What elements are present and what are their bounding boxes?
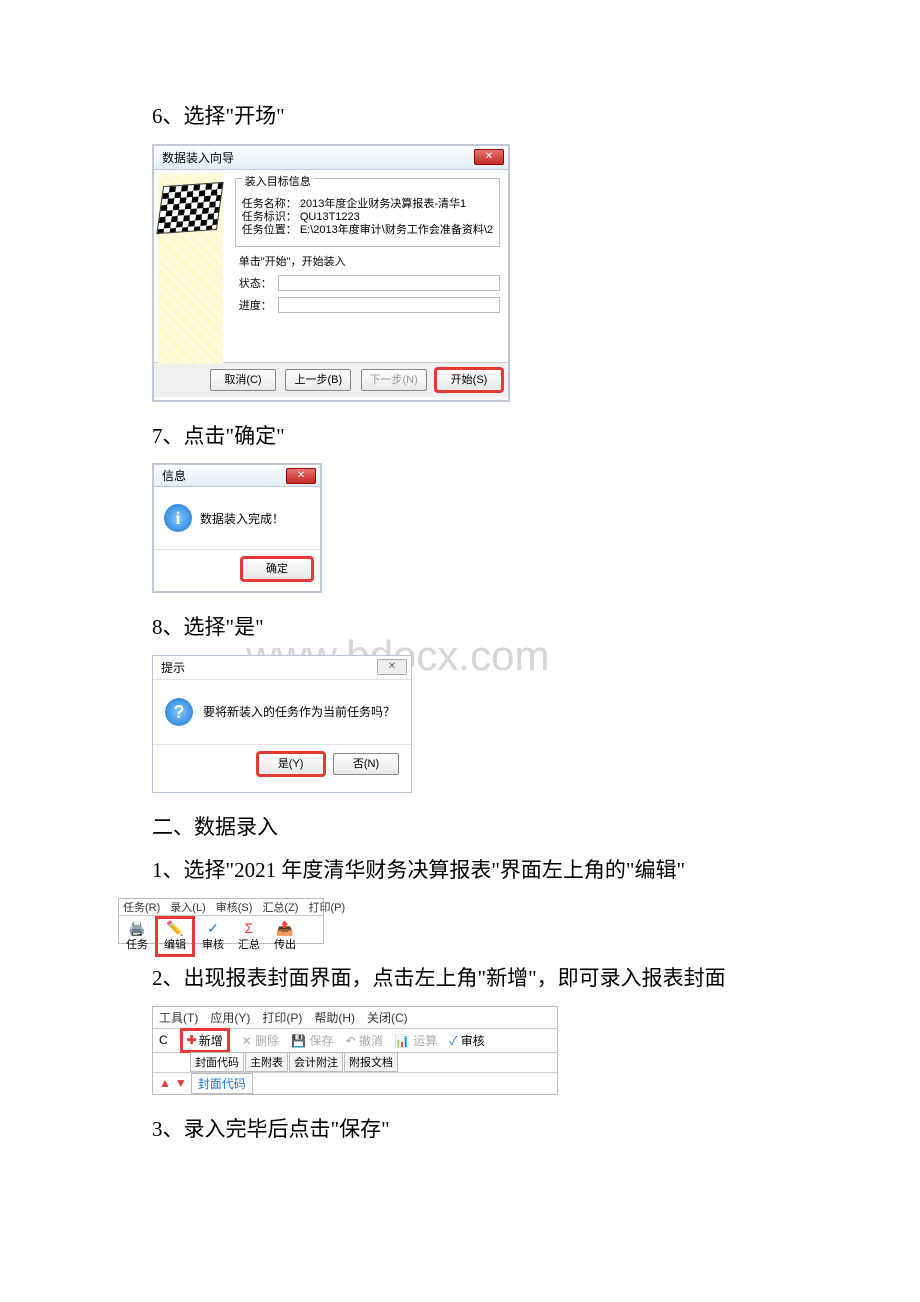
menu-audit[interactable]: 审核(S) xyxy=(216,899,253,915)
menu-help[interactable]: 帮助(H) xyxy=(314,1009,355,1026)
step6-text: 6、选择"开场" xyxy=(152,100,920,134)
menu-task[interactable]: 任务(R) xyxy=(123,899,160,915)
cover-code-label[interactable]: 封面代码 xyxy=(191,1073,253,1094)
menu-close[interactable]: 关闭(C) xyxy=(367,1009,408,1026)
menubar: 任务(R) 录入(L) 审核(S) 汇总(Z) 打印(P) xyxy=(119,899,323,915)
prompt-dialog: 提示 ✕ ? 要将新装入的任务作为当前任务吗？ 是(Y) 否(N) xyxy=(152,655,412,793)
label: 汇总 xyxy=(238,936,260,952)
dialog-title: 数据装入向导 xyxy=(162,151,234,165)
toolbar-edit-button[interactable]: ✏️ 编辑 xyxy=(155,916,195,957)
toolbar-screenshot-1: 任务(R) 录入(L) 审核(S) 汇总(Z) 打印(P) 🖨️ 任务 ✏️ 编… xyxy=(118,898,324,944)
delete-button: ✕ 删除 xyxy=(242,1032,279,1049)
tab-cover-code[interactable]: 封面代码 xyxy=(190,1052,244,1072)
target-info-group: 装入目标信息 任务名称： 2013年度企业财务决算报表-清华1 任务标识： QU… xyxy=(235,178,500,247)
left-c: C xyxy=(159,1033,168,1047)
label: 保存 xyxy=(309,1034,333,1048)
info-dialog: 信息 ✕ i 数据装入完成！ 确定 xyxy=(152,463,322,593)
dialog-titlebar: 提示 ✕ xyxy=(153,656,411,680)
undo-icon: ↶ xyxy=(345,1034,355,1048)
status-box xyxy=(278,275,500,291)
question-icon: ? xyxy=(165,698,193,726)
save-icon: 💾 xyxy=(291,1034,306,1048)
dialog-title: 提示 xyxy=(161,661,185,675)
sigma-icon: Σ xyxy=(245,921,254,935)
step2-2-text: 2、出现报表封面界面，点击左上角"新增"，即可录入报表封面 xyxy=(152,962,920,996)
label: 审核 xyxy=(202,936,224,952)
step7-text: 7、点击"确定" xyxy=(152,420,920,454)
save-button: 💾 保存 xyxy=(291,1032,333,1049)
label: 运算 xyxy=(413,1034,437,1048)
menu-tools[interactable]: 工具(T) xyxy=(159,1009,198,1026)
calc-button: 📊 运算 xyxy=(395,1032,437,1049)
close-icon[interactable]: ✕ xyxy=(286,468,316,484)
undo-button: ↶ 撤消 xyxy=(345,1032,382,1049)
prompt-message: 要将新装入的任务作为当前任务吗？ xyxy=(203,703,395,720)
menu-input[interactable]: 录入(L) xyxy=(170,899,205,915)
toolbar-sum-button[interactable]: Σ 汇总 xyxy=(231,916,267,957)
menu-print[interactable]: 打印(P) xyxy=(308,899,345,915)
menu-apply[interactable]: 应用(Y) xyxy=(210,1009,250,1026)
label: 传出 xyxy=(274,936,296,952)
dialog-titlebar: 信息 ✕ xyxy=(154,465,320,487)
close-icon[interactable]: ✕ xyxy=(474,149,504,165)
menu-sum[interactable]: 汇总(Z) xyxy=(262,899,298,915)
prev-button[interactable]: 上一步(B) xyxy=(285,369,351,391)
hint-text: 单击"开始"，开始装入 xyxy=(235,253,500,269)
close-icon[interactable]: ✕ xyxy=(377,659,407,675)
menu-print[interactable]: 打印(P) xyxy=(262,1009,302,1026)
toolbar-screenshot-2: 工具(T) 应用(Y) 打印(P) 帮助(H) 关闭(C) C ✚ 新增 ✕ 删… xyxy=(152,1006,558,1095)
status-label: 状态： xyxy=(239,275,272,291)
spacer xyxy=(159,1061,189,1063)
toolbar-task-button[interactable]: 🖨️ 任务 xyxy=(119,916,155,957)
step2-3-text: 3、录入完毕后点击"保存" xyxy=(152,1113,920,1147)
wizard-sidebar-image xyxy=(158,174,223,364)
label: 任务位置： xyxy=(242,224,297,236)
tab-main-table[interactable]: 主附表 xyxy=(245,1052,288,1072)
check-button[interactable]: ✓ 审核 xyxy=(449,1032,485,1049)
delete-icon: ✕ xyxy=(242,1034,252,1048)
toolbar-audit-button[interactable]: ✓ 审核 xyxy=(195,916,231,957)
progress-box xyxy=(278,297,500,313)
menubar: 工具(T) 应用(Y) 打印(P) 帮助(H) 关闭(C) xyxy=(153,1007,557,1028)
label: 新增 xyxy=(199,1032,223,1049)
tab-attachment[interactable]: 附报文档 xyxy=(344,1052,398,1072)
arrow-down-icon[interactable]: ▼ xyxy=(175,1076,187,1090)
step8-text: 8、选择"是" xyxy=(152,611,920,645)
toolbar-export-button[interactable]: 📤 传出 xyxy=(267,916,303,957)
cancel-button[interactable]: 取消(C) xyxy=(210,369,276,391)
task-loc-row: 任务位置： E:\2013年度审计\财务工作会准备资料\2 xyxy=(242,221,493,237)
progress-label: 进度： xyxy=(239,297,272,313)
info-icon: i xyxy=(164,504,192,532)
group-legend: 装入目标信息 xyxy=(242,173,314,189)
plus-icon: ✚ xyxy=(187,1033,197,1047)
calc-icon: 📊 xyxy=(395,1034,410,1048)
start-button[interactable]: 开始(S) xyxy=(436,369,502,391)
check-icon: ✓ xyxy=(207,921,219,935)
section2-title: 二、数据录入 xyxy=(152,811,920,845)
check-icon: ✓ xyxy=(449,1034,457,1048)
dialog-title: 信息 xyxy=(162,469,186,483)
value: E:\2013年度审计\财务工作会准备资料\2 xyxy=(300,224,493,236)
wizard-dialog: 数据装入向导 ✕ 装入目标信息 任务名称： 2013年度企业财务决算报表-清华1… xyxy=(152,144,510,402)
no-button[interactable]: 否(N) xyxy=(333,753,399,775)
label: 撤消 xyxy=(359,1034,383,1048)
task-icon: 🖨️ xyxy=(128,921,145,935)
flag-icon xyxy=(157,181,224,233)
label: 编辑 xyxy=(164,936,186,952)
add-button[interactable]: ✚ 新增 xyxy=(180,1028,230,1053)
tab-notes[interactable]: 会计附注 xyxy=(289,1052,343,1072)
arrow-up-icon[interactable]: ▲ xyxy=(159,1076,171,1090)
export-icon: 📤 xyxy=(276,921,293,935)
edit-icon: ✏️ xyxy=(166,921,183,935)
label: 审核 xyxy=(461,1034,485,1048)
ok-button[interactable]: 确定 xyxy=(242,558,312,580)
next-button: 下一步(N) xyxy=(361,369,427,391)
dialog-titlebar: 数据装入向导 ✕ xyxy=(154,146,508,170)
step2-1-text: 1、选择"2021 年度清华财务决算报表"界面左上角的"编辑" xyxy=(152,854,920,888)
info-message: 数据装入完成！ xyxy=(200,510,284,527)
label: 任务 xyxy=(126,936,148,952)
label: 删除 xyxy=(255,1034,279,1048)
yes-button[interactable]: 是(Y) xyxy=(258,753,324,775)
